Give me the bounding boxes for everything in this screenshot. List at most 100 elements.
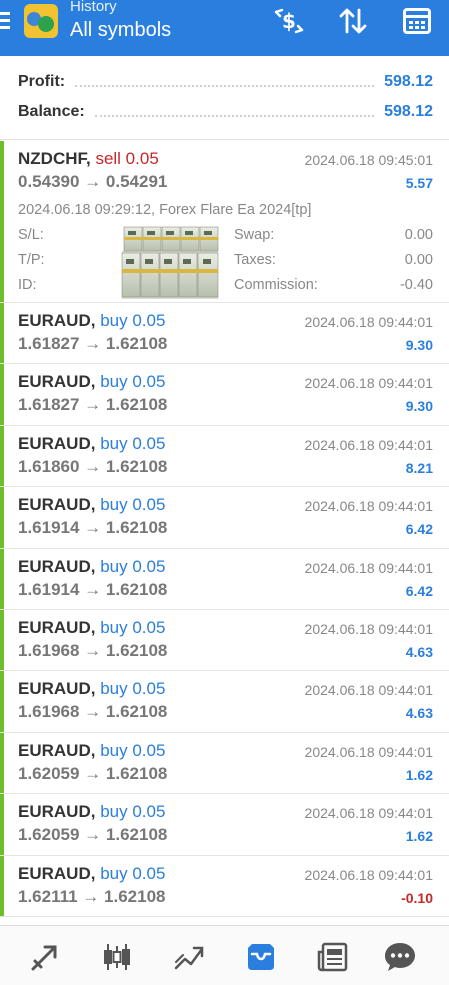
history-icon[interactable] [244, 940, 278, 974]
trade-symbol: EURAUD, buy 0.05 [18, 863, 166, 883]
commission-label: Commission: [234, 277, 318, 293]
trade-symbol: EURAUD, buy 0.05 [18, 802, 166, 822]
trade-row[interactable]: EURAUD, buy 0.05 1.61968 → 1.62108 2024.… [0, 609, 449, 672]
trade-time: 2024.06.18 09:44:01 [304, 682, 433, 699]
chat-icon[interactable] [383, 940, 417, 974]
trade-direction: buy 0.05 [100, 495, 166, 515]
account-summary: Profit: 598.12 Balance: 598.12 [0, 56, 449, 140]
svg-text:$: $ [282, 9, 296, 33]
trade-direction: buy 0.05 [100, 863, 166, 883]
trade-direction: buy 0.05 [100, 433, 166, 453]
trade-prices: 1.62059 → 1.62108 [18, 763, 168, 783]
trade-icon[interactable] [28, 940, 62, 974]
sort-svg [339, 8, 367, 34]
trade-direction: buy 0.05 [100, 556, 166, 576]
trade-symbol: EURAUD, buy 0.05 [18, 556, 166, 576]
commission-value: -0.40 [399, 277, 433, 293]
swap-label: Swap: [234, 227, 275, 243]
trade-profit: 4.63 [405, 643, 433, 660]
trade-profit: 1.62 [405, 766, 433, 783]
trade-symbol: EURAUD, buy 0.05 [18, 372, 166, 392]
trade-row[interactable]: EURAUD, buy 0.05 1.62059 → 1.62108 2024.… [0, 732, 449, 795]
header-subtitle: History [70, 0, 117, 15]
trade-time: 2024.06.18 09:44:01 [304, 805, 433, 822]
dollar-exchange-svg: $ [274, 8, 304, 34]
balance-label: Balance: [18, 103, 85, 120]
trade-direction: buy 0.05 [100, 311, 166, 330]
analytics-icon[interactable] [172, 940, 206, 974]
trade-symbol: EURAUD, buy 0.05 [18, 679, 166, 699]
trade-time: 2024.06.18 09:44:01 [304, 866, 433, 883]
trade-prices: 1.62059 → 1.62108 [18, 825, 168, 845]
sort-icon[interactable] [336, 6, 370, 36]
trade-row[interactable]: EURAUD, buy 0.05 1.62111 → 1.62108 2024.… [0, 855, 449, 917]
trade-direction: sell 0.05 [95, 149, 159, 168]
trade-symbol: EURAUD, buy 0.05 [18, 740, 166, 760]
taxes-value: 0.00 [404, 252, 433, 268]
trade-prices: 1.61914 → 1.62108 [18, 579, 168, 599]
trade-time: 2024.06.18 09:44:01 [304, 375, 433, 392]
trade-profit: -0.10 [401, 889, 433, 906]
trade-time: 2024.06.18 09:44:01 [304, 620, 433, 637]
trade-symbol: EURAUD, buy 0.05 [18, 617, 166, 637]
trade-profit: 6.42 [405, 521, 433, 538]
chart-icon[interactable] [100, 940, 134, 974]
sl-label: S/L: [18, 227, 44, 243]
profit-value: 598.12 [384, 73, 433, 90]
trade-time: 2024.06.18 09:44:01 [304, 436, 433, 453]
tp-label: T/P: [18, 252, 45, 268]
trade-profit: 1.62 [405, 828, 433, 845]
trade-time: 2024.06.18 09:44:01 [304, 743, 433, 760]
id-label: ID: [18, 277, 37, 293]
trade-prices: 1.61827 → 1.62108 [18, 395, 168, 415]
trade-row[interactable]: EURAUD, buy 0.05 1.61827 → 1.62108 2024.… [0, 303, 449, 365]
leader-dots [94, 107, 375, 117]
menu-icon[interactable] [0, 12, 10, 34]
trade-direction: buy 0.05 [100, 617, 166, 637]
calendar-box [403, 8, 431, 34]
trade-time: 2024.06.18 09:44:01 [304, 498, 433, 515]
trade-direction: buy 0.05 [100, 740, 166, 760]
trade-row[interactable]: NZDCHF, sell 0.05 0.54390 → 0.54291 2024… [0, 141, 449, 303]
balance-value: 598.12 [384, 103, 433, 120]
trade-symbol: EURAUD, buy 0.05 [18, 495, 166, 515]
trade-row[interactable]: EURAUD, buy 0.05 1.61968 → 1.62108 2024.… [0, 671, 449, 733]
top-app-bar: History All symbols $ [0, 0, 449, 56]
trade-prices: 1.61914 → 1.62108 [18, 518, 168, 538]
trade-prices: 1.61968 → 1.62108 [18, 702, 168, 722]
trade-prices: 1.61827 → 1.62108 [18, 334, 168, 353]
trade-row[interactable]: EURAUD, buy 0.05 1.61914 → 1.62108 2024.… [0, 548, 449, 610]
app-logo [24, 4, 58, 38]
trade-detail-grid: S/L: Swap: 0.00 T/P: Taxes: 0.00 ID: Com… [18, 227, 433, 299]
calendar-icon[interactable] [400, 6, 434, 36]
symbol-filter-title[interactable]: All symbols [70, 19, 171, 42]
trade-time: 2024.06.18 09:44:01 [304, 559, 433, 576]
profit-row: Profit: 598.12 [18, 69, 433, 95]
taxes-label: Taxes: [234, 252, 276, 268]
bottom-navigation [0, 925, 449, 985]
trade-row[interactable]: EURAUD, buy 0.05 1.61914 → 1.62108 2024.… [0, 487, 449, 549]
trade-row[interactable]: EURAUD, buy 0.05 1.61827 → 1.62108 2024.… [0, 364, 449, 426]
trade-profit: 9.30 [405, 337, 433, 353]
balance-row: Balance: 598.12 [18, 99, 433, 125]
trade-row[interactable]: EURAUD, buy 0.05 1.62059 → 1.62108 2024.… [0, 794, 449, 856]
leader-dots [75, 77, 375, 87]
trade-prices: 1.62111 → 1.62108 [18, 886, 166, 906]
trade-symbol: EURAUD, buy 0.05 [18, 433, 166, 453]
trade-open-detail: 2024.06.18 09:29:12, Forex Flare Ea 2024… [18, 202, 312, 218]
trade-time: 2024.06.18 09:45:01 [304, 152, 433, 168]
trade-history-list: NZDCHF, sell 0.05 0.54390 → 0.54291 2024… [0, 141, 449, 917]
trade-profit: 9.30 [405, 398, 433, 415]
trade-row[interactable]: EURAUD, buy 0.05 1.61860 → 1.62108 2024.… [0, 425, 449, 488]
news-icon[interactable] [316, 940, 350, 974]
dollar-exchange-icon[interactable]: $ [272, 6, 306, 36]
trade-symbol: EURAUD, buy 0.05 [18, 311, 166, 330]
trade-prices: 1.61968 → 1.62108 [18, 640, 168, 660]
trade-profit: 4.63 [405, 705, 433, 722]
trade-direction: buy 0.05 [100, 802, 166, 822]
trade-time: 2024.06.18 09:44:01 [304, 314, 433, 330]
trade-profit: 6.42 [405, 582, 433, 599]
trade-symbol: NZDCHF, sell 0.05 [18, 149, 159, 168]
trade-profit: 8.21 [405, 459, 433, 476]
trade-prices: 0.54390 → 0.54291 [18, 172, 168, 191]
